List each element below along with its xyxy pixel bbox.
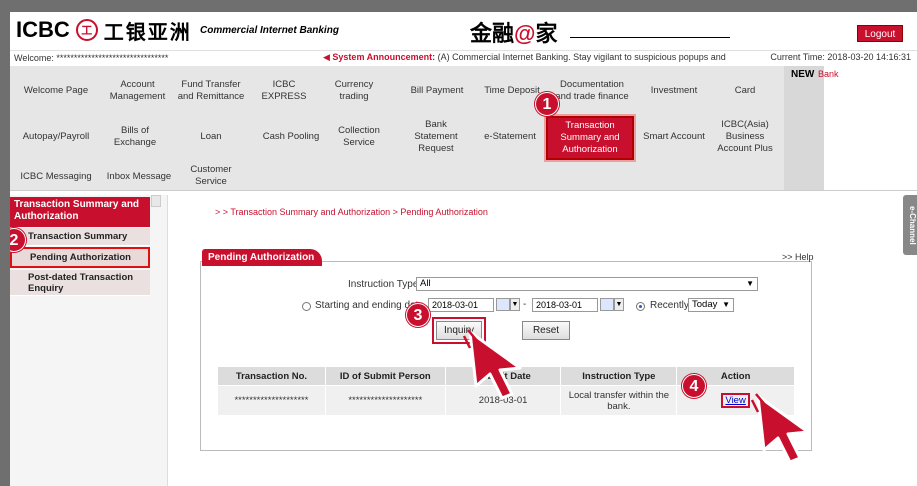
menu-loan[interactable]: Loan	[175, 120, 247, 154]
start-date-input[interactable]: 2018-03-01	[428, 298, 494, 312]
view-highlight: View	[721, 393, 750, 408]
panel-title: Pending Authorization	[202, 249, 322, 266]
pointer-cursor-icon	[750, 393, 810, 464]
brand-underline	[570, 37, 730, 38]
chevron-down-icon: ▼	[722, 300, 730, 309]
logo-cn: 工银亚洲	[103, 21, 192, 44]
menu-smart-account[interactable]: Smart Account	[640, 120, 708, 154]
view-link[interactable]: View	[725, 395, 745, 406]
new-label: NEW	[791, 69, 815, 80]
status-bar: Welcome: *******************************…	[10, 50, 917, 64]
brand-pre: 金融	[470, 21, 515, 46]
menu-bill-payment[interactable]: Bill Payment	[403, 72, 471, 110]
menu-e-statement[interactable]: e-Statement	[476, 120, 544, 154]
chevron-down-icon: ▼	[746, 279, 754, 288]
recently-select[interactable]: Today ▼	[688, 298, 734, 312]
cell-submitter: ********************	[324, 385, 446, 416]
instruction-type-value: All	[420, 278, 431, 289]
menu-autopay-payroll[interactable]: Autopay/Payroll	[12, 120, 100, 154]
cell-transaction-no: ********************	[217, 385, 326, 416]
menu-business-account-plus[interactable]: ICBC(Asia) Business Account Plus	[712, 116, 778, 158]
col-submitter: ID of Submit Person	[324, 366, 446, 386]
menu-welcome-page[interactable]: Welcome Page	[12, 72, 100, 110]
menu-inbox-message[interactable]: Inbox Message	[100, 166, 178, 188]
recently-value: Today	[692, 299, 718, 310]
sidebar: Transaction Summary and Authorization Tr…	[10, 195, 168, 486]
brand-at: @	[514, 21, 536, 46]
date-separator: -	[523, 299, 527, 310]
logo-text: ICBC	[16, 17, 70, 42]
sidebar-scroll-up[interactable]	[151, 195, 161, 207]
announcement-text: (A) Commercial Internet Banking. Stay vi…	[437, 52, 726, 62]
menu-bills-of-exchange[interactable]: Bills of Exchange	[100, 120, 170, 154]
logo-seal-icon: 工	[75, 19, 98, 41]
menu-fund-transfer[interactable]: Fund Transfer and Remittance	[175, 70, 247, 112]
col-transaction-no: Transaction No.	[217, 366, 326, 386]
end-date-input[interactable]: 2018-03-01	[532, 298, 598, 312]
menu-cash-pooling[interactable]: Cash Pooling	[254, 120, 328, 154]
menu-currency-trading[interactable]: Currency trading	[325, 72, 383, 110]
main-menu: Welcome Page Account Management Fund Tra…	[10, 66, 784, 190]
logout-button[interactable]: Logout	[857, 25, 903, 42]
sidebar-item-post-dated-enquiry[interactable]: Post-dated Transaction Enquiry	[10, 270, 150, 296]
announcement-label: System Announcement:	[332, 52, 436, 62]
calendar-icon[interactable]	[496, 298, 510, 311]
recently-label: Recently	[650, 300, 689, 311]
chevron-down-icon[interactable]: ▼	[614, 298, 624, 311]
menu-account-management[interactable]: Account Management	[100, 72, 175, 110]
instruction-type-label: Instruction Type:	[348, 279, 422, 290]
menu-collection-service[interactable]: Collection Service	[330, 120, 388, 154]
recently-radio[interactable]	[636, 302, 645, 311]
sidebar-title: Transaction Summary and Authorization	[10, 197, 150, 227]
header: ICBC 工 工银亚洲 Commercial Internet Banking …	[10, 12, 917, 48]
menu-card[interactable]: Card	[715, 72, 775, 110]
brand-title: 金融@家	[470, 16, 557, 48]
step-badge-1: 1	[535, 92, 559, 116]
menu-side-panel	[784, 66, 824, 190]
calendar-icon[interactable]	[600, 298, 614, 311]
pointer-cursor-icon	[462, 329, 522, 400]
menu-customer-service[interactable]: Customer Service	[175, 162, 247, 190]
chevron-down-icon[interactable]: ▼	[510, 298, 520, 311]
instruction-type-select[interactable]: All ▼	[416, 277, 758, 291]
step-badge-4: 4	[682, 374, 706, 398]
step-badge-3: 3	[406, 303, 430, 327]
tagline: Commercial Internet Banking	[200, 25, 339, 36]
menu-icbc-messaging[interactable]: ICBC Messaging	[12, 166, 100, 188]
cell-instruction-type: Local transfer within the bank.	[560, 385, 678, 416]
sidebar-item-transaction-summary[interactable]: Transaction Summary	[10, 228, 150, 246]
date-range-radio[interactable]	[302, 302, 311, 311]
menu-transaction-summary[interactable]: Transaction Summary and Authorization	[544, 114, 636, 162]
menu-divider	[10, 190, 917, 191]
brand-post: 家	[535, 21, 558, 46]
announcement[interactable]: ◀ System Announcement: (A) Commercial In…	[323, 52, 726, 63]
menu-icbc-express[interactable]: ICBC EXPRESS	[250, 72, 318, 110]
sidebar-item-pending-authorization[interactable]: Pending Authorization	[10, 247, 150, 268]
e-channel-tab[interactable]: e-Channel	[903, 195, 917, 255]
help-link[interactable]: >> Help	[782, 252, 814, 262]
menu-investment[interactable]: Investment	[640, 72, 708, 110]
welcome-text: Welcome: *******************************…	[14, 53, 169, 63]
current-time: Current Time: 2018-03-20 14:16:31	[770, 52, 911, 62]
bank-label[interactable]: Bank	[818, 69, 839, 79]
breadcrumb: > > Transaction Summary and Authorizatio…	[215, 207, 488, 217]
menu-bank-statement-request[interactable]: Bank Statement Request	[405, 116, 467, 158]
menu-documentation[interactable]: Documentation and trade finance	[552, 72, 632, 110]
col-instruction-type: Instruction Type	[560, 366, 678, 386]
icbc-logo: ICBC 工 工银亚洲	[16, 17, 192, 44]
app-frame: ICBC 工 工银亚洲 Commercial Internet Banking …	[10, 12, 917, 486]
